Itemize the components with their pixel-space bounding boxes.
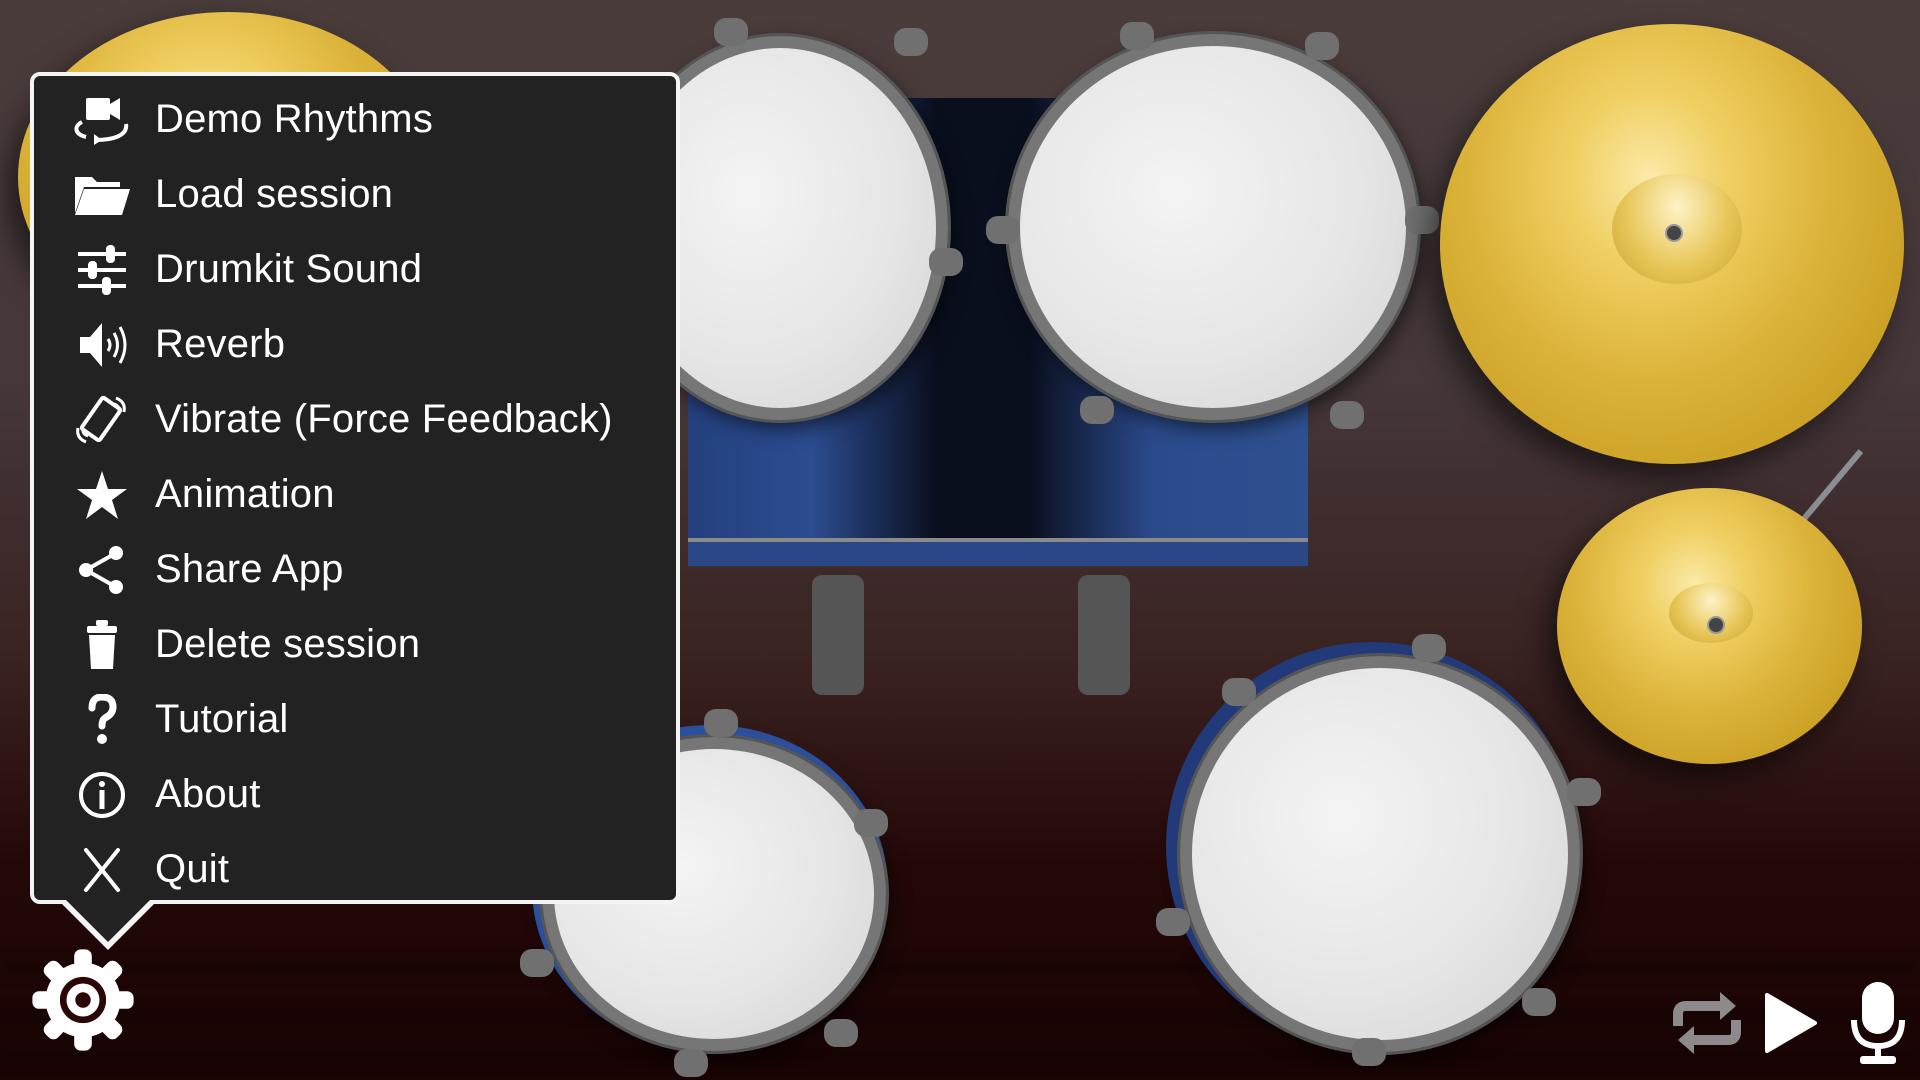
sliders-icon bbox=[67, 242, 137, 298]
speaker-icon bbox=[67, 317, 137, 373]
vibrate-icon bbox=[67, 392, 137, 448]
drum-lug bbox=[704, 709, 738, 737]
loop-button[interactable] bbox=[1670, 990, 1744, 1056]
play-button[interactable] bbox=[1763, 992, 1819, 1054]
record-button[interactable] bbox=[1848, 980, 1908, 1066]
wood-grain bbox=[0, 1050, 1920, 1064]
star-icon bbox=[67, 467, 137, 523]
menu-item-drumkit-sound[interactable]: Drumkit Sound bbox=[34, 232, 676, 307]
menu-item-label: Quit bbox=[155, 847, 230, 891]
trash-icon bbox=[67, 617, 137, 673]
cymbal-nut bbox=[1665, 224, 1683, 242]
drum-lug bbox=[714, 18, 748, 46]
menu-item-label: Tutorial bbox=[155, 697, 289, 741]
wood-grain bbox=[0, 960, 1920, 974]
menu-item-quit[interactable]: Quit bbox=[34, 832, 676, 907]
menu-item-label: Delete session bbox=[155, 622, 421, 666]
cymbal-bell bbox=[1669, 583, 1753, 643]
menu-item-animation[interactable]: Animation bbox=[34, 457, 676, 532]
drum-lug bbox=[1330, 401, 1364, 429]
cymbal-nut bbox=[1707, 616, 1725, 634]
menu-pointer-fill bbox=[66, 900, 150, 942]
menu-item-label: About bbox=[155, 772, 261, 816]
wood-grain bbox=[0, 1010, 1920, 1024]
share-icon bbox=[67, 542, 137, 598]
drum-lug bbox=[1352, 1038, 1386, 1066]
microphone-icon bbox=[1851, 982, 1905, 1064]
drum-lug bbox=[854, 809, 888, 837]
question-icon bbox=[67, 692, 137, 748]
drum-lug bbox=[1222, 678, 1256, 706]
menu-item-label: Demo Rhythms bbox=[155, 97, 434, 141]
menu-item-load-session[interactable]: Load session bbox=[34, 157, 676, 232]
drum-lug bbox=[1080, 396, 1114, 424]
drum-lug bbox=[1120, 22, 1154, 50]
kick-pedal-beater bbox=[1078, 575, 1130, 695]
bass-drum-hoop bbox=[688, 538, 1308, 566]
cymbal-stand-rod bbox=[1800, 449, 1864, 522]
drum-lug bbox=[894, 28, 928, 56]
menu-item-label: Load session bbox=[155, 172, 394, 216]
repeat-icon bbox=[1673, 992, 1741, 1054]
menu-item-delete-session[interactable]: Delete session bbox=[34, 607, 676, 682]
drum-lug bbox=[929, 248, 963, 276]
tom-2[interactable] bbox=[986, 22, 1439, 429]
hihat-cymbal[interactable] bbox=[1557, 488, 1862, 764]
menu-item-label: Drumkit Sound bbox=[155, 247, 423, 291]
kick-pedal-beater bbox=[812, 575, 864, 695]
menu-item-label: Share App bbox=[155, 547, 344, 591]
drum-lug bbox=[674, 1049, 708, 1077]
menu-item-demo-rhythms[interactable]: Demo Rhythms bbox=[34, 82, 676, 157]
folder-open-icon bbox=[67, 167, 137, 223]
drum-lug bbox=[824, 1019, 858, 1047]
menu-item-about[interactable]: About bbox=[34, 757, 676, 832]
menu-item-share-app[interactable]: Share App bbox=[34, 532, 676, 607]
menu-item-label: Reverb bbox=[155, 322, 286, 366]
drum-lug bbox=[1412, 634, 1446, 662]
menu-item-reverb[interactable]: Reverb bbox=[34, 307, 676, 382]
close-icon bbox=[67, 842, 137, 898]
drum-lug bbox=[1156, 908, 1190, 936]
drum-lug bbox=[1522, 988, 1556, 1016]
settings-button[interactable] bbox=[28, 945, 138, 1055]
menu-item-tutorial[interactable]: Tutorial bbox=[34, 682, 676, 757]
settings-menu: Demo Rhythms Load session Drumkit Sound … bbox=[30, 72, 680, 904]
floor-tom[interactable] bbox=[1156, 634, 1601, 1066]
info-icon bbox=[67, 767, 137, 823]
menu-item-label: Animation bbox=[155, 472, 335, 516]
gear-icon bbox=[32, 949, 134, 1051]
play-icon bbox=[1765, 993, 1817, 1053]
crash-cymbal-right[interactable] bbox=[1440, 24, 1904, 464]
drum-lug bbox=[1567, 778, 1601, 806]
drum-lug bbox=[1405, 206, 1439, 234]
drum-lug bbox=[986, 216, 1020, 244]
menu-item-label: Vibrate (Force Feedback) bbox=[155, 397, 613, 441]
drum-lug bbox=[1305, 32, 1339, 60]
drum-lug bbox=[520, 949, 554, 977]
menu-item-vibrate[interactable]: Vibrate (Force Feedback) bbox=[34, 382, 676, 457]
video-rotate-icon bbox=[67, 92, 137, 148]
